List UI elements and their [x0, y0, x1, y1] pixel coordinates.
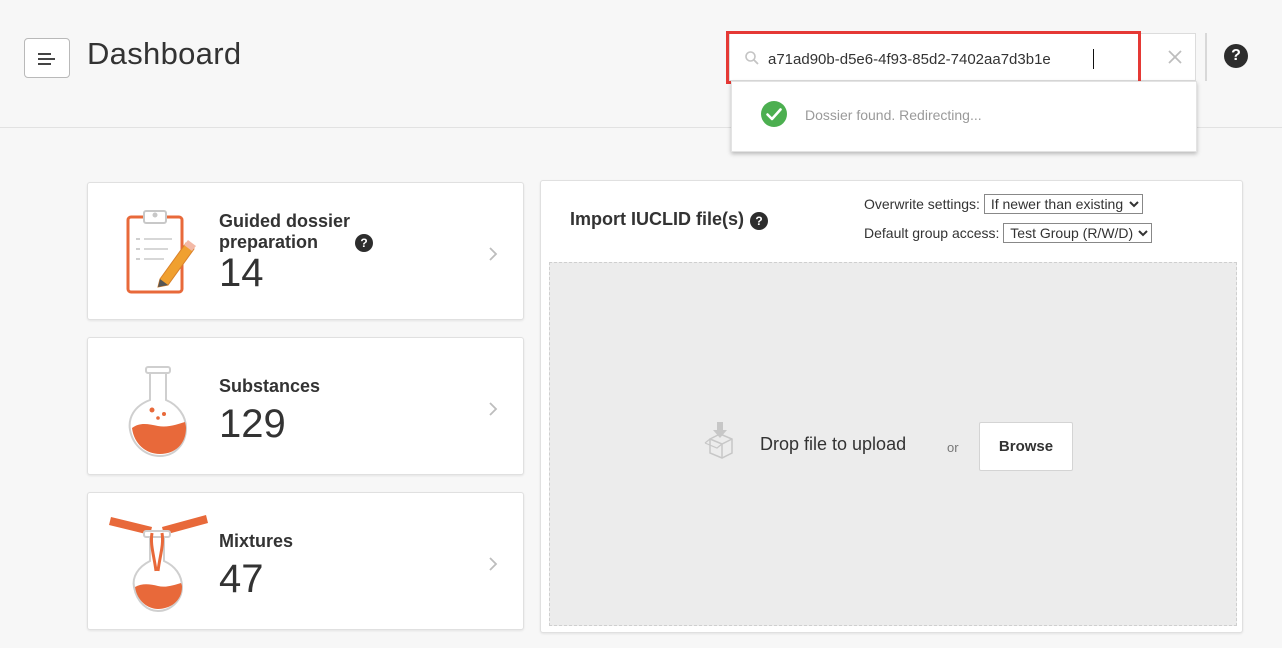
- hamburger-icon: [38, 53, 55, 65]
- header-divider: [1205, 33, 1207, 81]
- or-label: or: [947, 440, 959, 455]
- group-access-row: Default group access: Test Group (R/W/D): [864, 223, 1153, 243]
- help-button[interactable]: ?: [1224, 44, 1248, 68]
- card-mixtures[interactable]: Mixtures 47: [87, 492, 524, 630]
- card-title: Substances: [219, 376, 321, 396]
- page-title: Dashboard: [87, 36, 242, 71]
- card-count: 129: [219, 402, 286, 446]
- import-title: Import IUCLID file(s)?: [570, 209, 768, 230]
- clear-search-button[interactable]: [1160, 40, 1192, 74]
- overwrite-settings-select[interactable]: If newer than existing: [983, 194, 1143, 214]
- group-access-label: Default group access:: [864, 225, 1000, 241]
- search-input[interactable]: [768, 47, 1128, 71]
- search-result-dropdown[interactable]: Dossier found. Redirecting...: [731, 81, 1197, 152]
- card-title: Mixtures: [219, 531, 294, 551]
- chevron-right-icon: [489, 402, 498, 416]
- card-guided-dossier[interactable]: Guided dossier preparation? 14: [87, 182, 524, 320]
- menu-toggle-button[interactable]: [24, 38, 70, 78]
- drop-file-label: Drop file to upload: [760, 434, 907, 454]
- file-dropzone[interactable]: Drop file to upload or Browse: [549, 262, 1237, 626]
- flask-icon: [128, 366, 188, 458]
- text-cursor: [1093, 49, 1094, 69]
- clipboard-icon: [126, 210, 196, 294]
- overwrite-settings-row: Overwrite settings: If newer than existi…: [864, 194, 1143, 214]
- card-count: 47: [219, 557, 264, 601]
- import-panel: Import IUCLID file(s)? Overwrite setting…: [540, 180, 1243, 633]
- help-icon[interactable]: ?: [750, 212, 768, 230]
- search-icon: [745, 51, 759, 65]
- help-icon[interactable]: ?: [355, 234, 373, 252]
- close-icon: [1168, 50, 1182, 64]
- card-title: Guided dossier preparation?: [219, 211, 384, 253]
- browse-button[interactable]: Browse: [979, 422, 1073, 471]
- card-substances[interactable]: Substances 129: [87, 337, 524, 475]
- chevron-right-icon: [489, 247, 498, 261]
- import-title-text: Import IUCLID file(s): [570, 209, 744, 229]
- upload-box-icon: [704, 422, 733, 459]
- mixing-flask-icon: [109, 515, 208, 613]
- search-result-message: Dossier found. Redirecting...: [805, 107, 982, 123]
- check-circle-icon: [761, 101, 787, 127]
- card-count: 14: [219, 251, 264, 295]
- chevron-right-icon: [489, 557, 498, 571]
- overwrite-settings-label: Overwrite settings:: [864, 196, 980, 212]
- group-access-select[interactable]: Test Group (R/W/D): [1003, 223, 1153, 243]
